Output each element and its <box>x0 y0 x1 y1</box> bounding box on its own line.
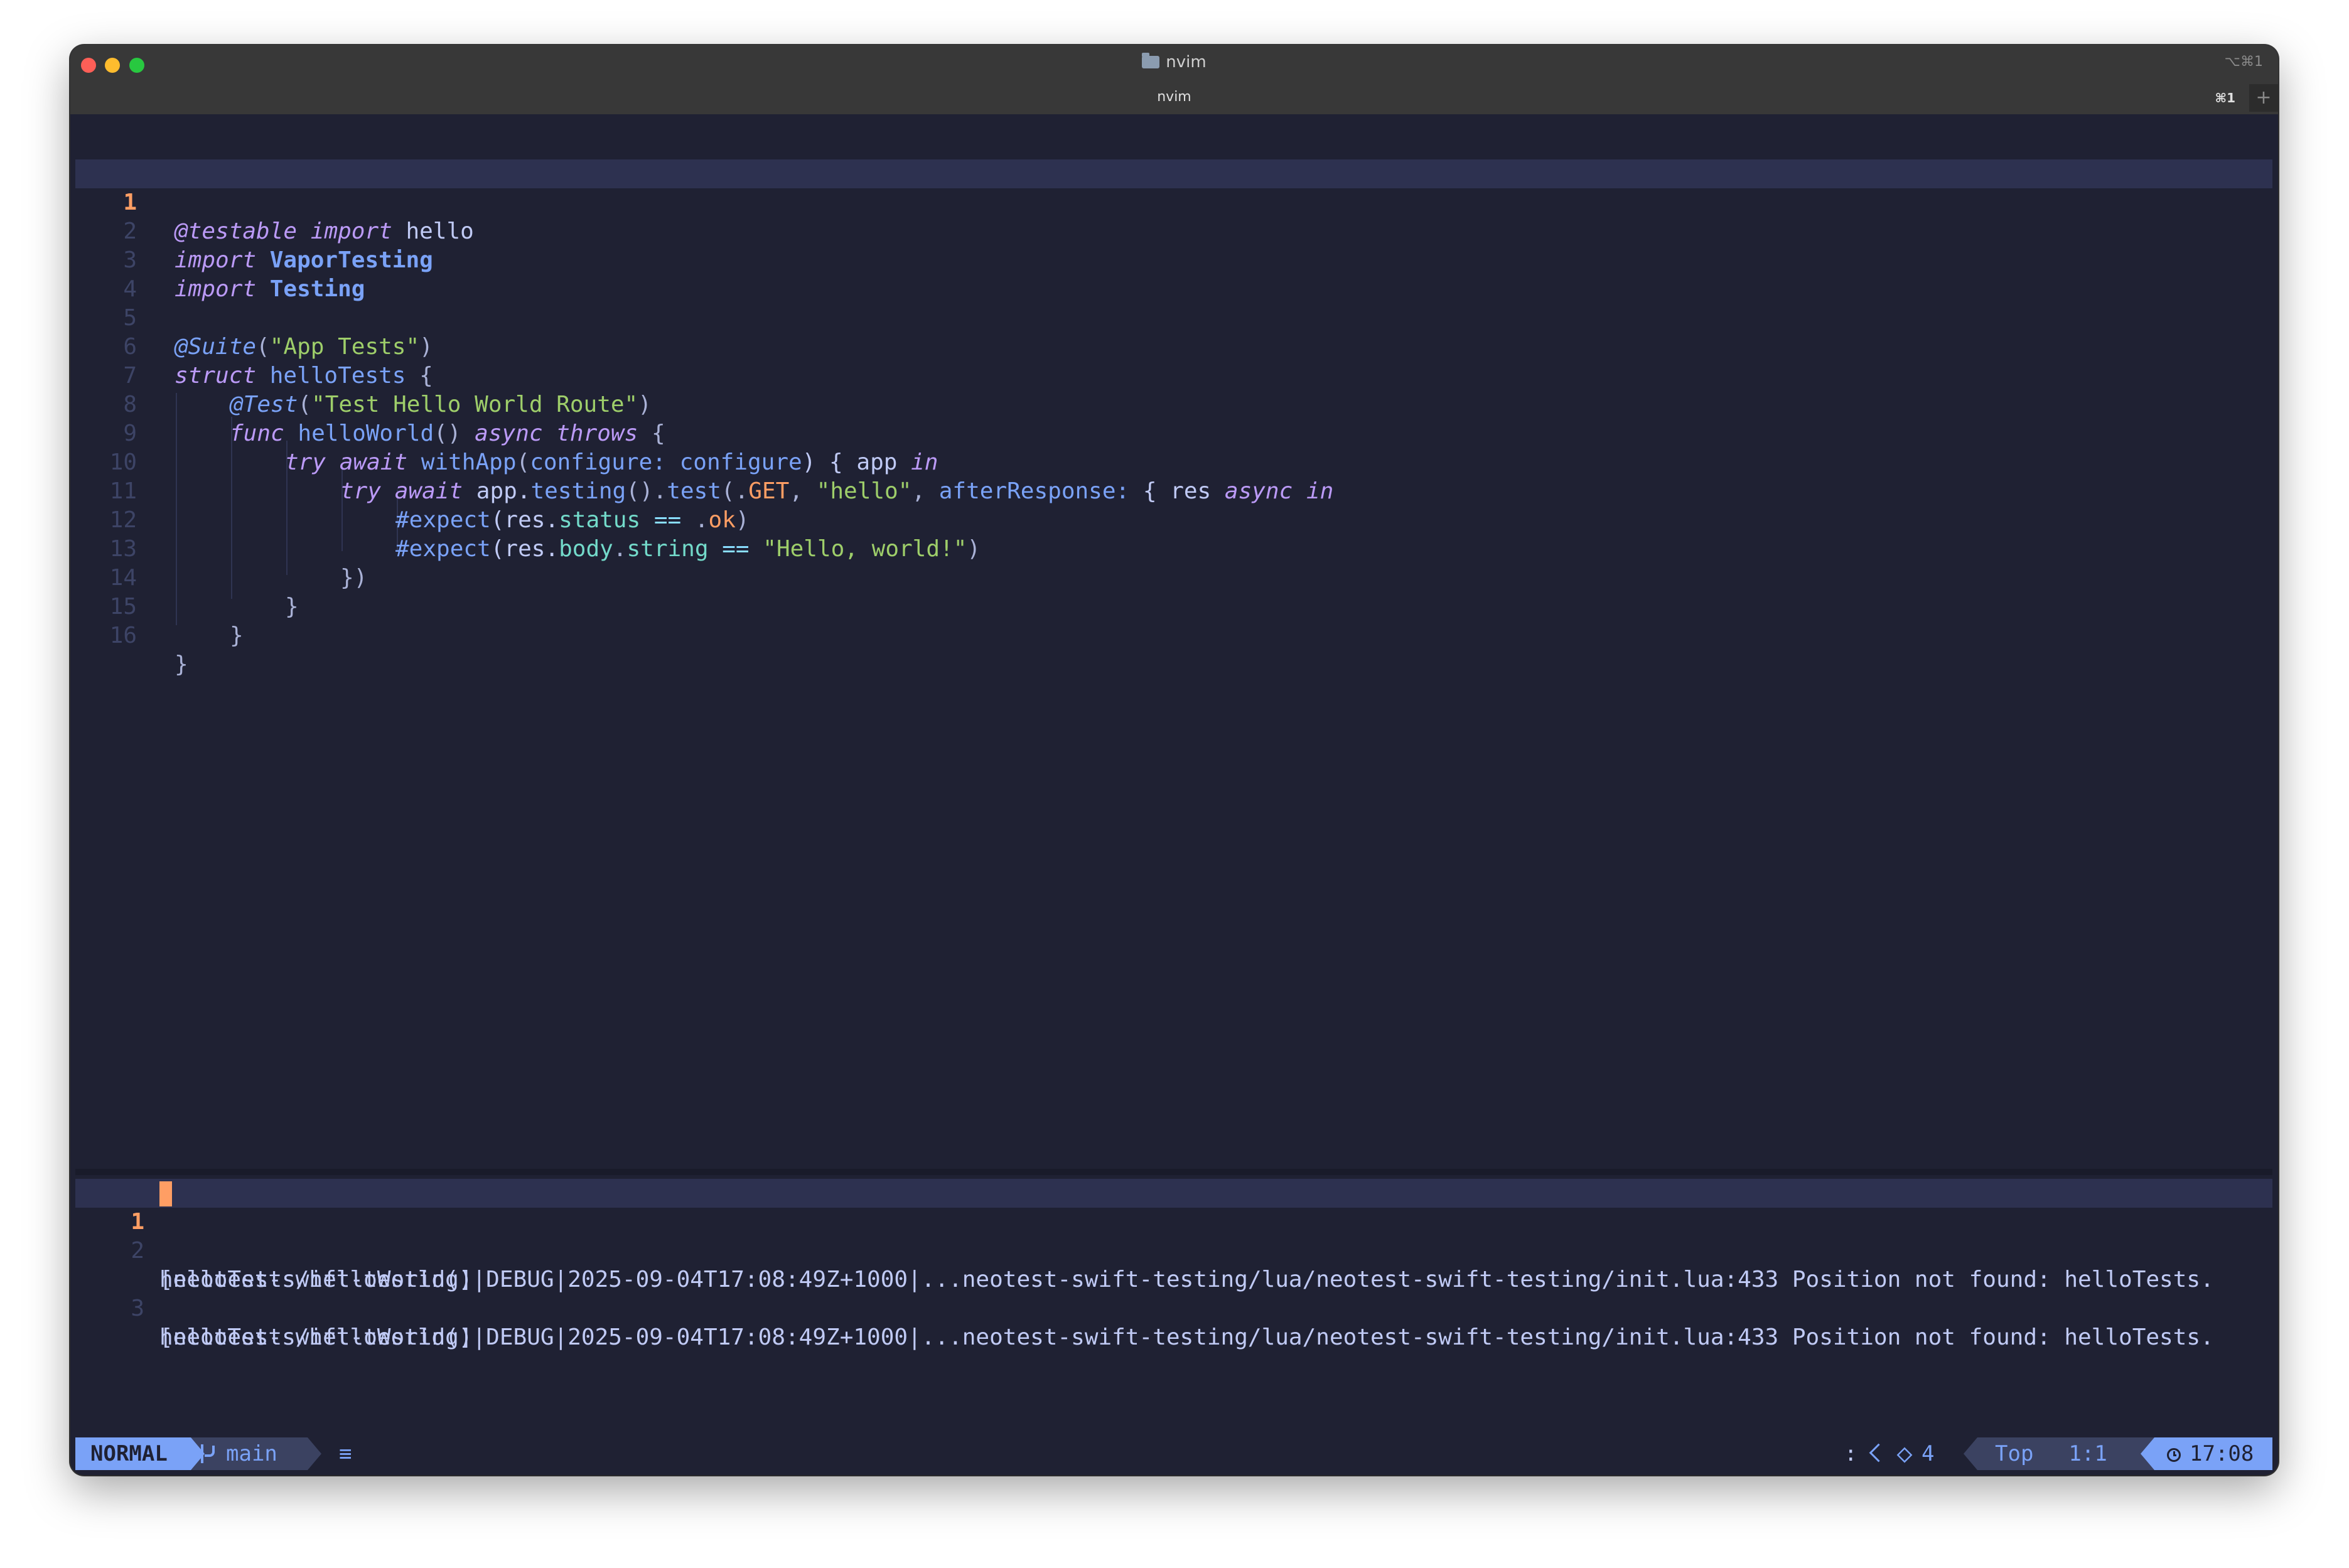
window-title-text: nvim <box>1166 53 1207 72</box>
lines-icon: ≡ <box>339 1441 352 1466</box>
code-line[interactable]: 7 @Test("Test Hello World Route") <box>75 333 2272 417</box>
editor-pane[interactable]: 1 @testable import hello 2 import VaporT… <box>75 114 2272 1213</box>
log-line-wrap[interactable]: helloTests/helloWorld() <box>75 1294 2272 1350</box>
code-line[interactable]: 13 }) <box>75 506 2272 591</box>
code-line[interactable]: 12 #expect(res.body.string == "Hello, wo… <box>75 477 2272 562</box>
log-text-wrap: helloTests/helloWorld() <box>159 1324 473 1350</box>
code-line[interactable]: 11 #expect(res.status == .ok) <box>75 448 2272 533</box>
code-line[interactable]: 10 try await app.testing().test(.GET, "h… <box>75 419 2272 504</box>
code-line[interactable]: 4 <box>75 246 2272 302</box>
split-divider[interactable] <box>75 1169 2272 1175</box>
folder-icon <box>1142 53 1160 68</box>
code-line[interactable]: 2 import VaporTesting <box>75 188 2272 273</box>
line-number: 16 <box>109 623 137 648</box>
code-line[interactable]: 1 @testable import hello <box>75 159 2272 244</box>
tab-shortcut: ⌘1 <box>2215 90 2235 105</box>
code-line[interactable]: 16 } <box>75 593 2272 677</box>
clock-icon <box>2167 1448 2181 1462</box>
code-line[interactable]: 5 @Suite("App Tests") <box>75 275 2272 360</box>
new-tab-button[interactable]: + <box>2249 84 2278 112</box>
scroll-position: Top <box>1995 1441 2034 1466</box>
code-line[interactable]: 8 func helloWorld() async throws { <box>75 362 2272 446</box>
lsp-count: 4 <box>1922 1441 1935 1466</box>
log-line[interactable]: 2 [neotest-swift-testing]|DEBUG|2025-09-… <box>75 1208 2272 1292</box>
clock-time: 17:08 <box>2190 1441 2254 1466</box>
code-line[interactable]: 15 } <box>75 564 2272 648</box>
title-bar: nvim ⌥⌘1 nvim ⌘1 + <box>70 45 2278 114</box>
tab-nvim[interactable]: nvim <box>70 89 2278 105</box>
code-line[interactable]: 6 struct helloTests { <box>75 304 2272 389</box>
log-line[interactable]: 3 [neotest-swift-testing]|DEBUG|2025-09-… <box>75 1265 2272 1350</box>
branch-name: main <box>226 1441 277 1466</box>
package-icon <box>1896 1447 1913 1463</box>
mode-indicator: NORMAL <box>75 1437 191 1470</box>
log-line[interactable]: 1 <box>75 1179 2272 1235</box>
text-cursor <box>159 1181 172 1206</box>
code-line[interactable]: 9 try await withApp(configure: configure… <box>75 390 2272 475</box>
code-token: } <box>230 623 244 648</box>
cursor-position: 1:1 <box>2068 1441 2107 1466</box>
statusline: main NORMAL ≡ : 4 Top 1:1 17:08 <box>75 1437 2272 1470</box>
window-shortcut: ⌥⌘1 <box>2224 54 2263 70</box>
separator-arrow <box>308 1437 321 1470</box>
window-title: nvim <box>70 53 2278 72</box>
log-pane[interactable]: 1 2 [neotest-swift-testing]|DEBUG|2025-0… <box>75 1179 2272 1475</box>
terminal-window: nvim ⌥⌘1 nvim ⌘1 + 1 @testable import he… <box>70 45 2278 1475</box>
log-line-wrap[interactable]: helloTests/helloWorld() <box>75 1237 2272 1292</box>
clock-segment: 17:08 <box>2154 1437 2272 1470</box>
lsp-status[interactable]: 4 <box>1869 1437 1935 1470</box>
statusline-colon: : <box>1844 1441 1857 1466</box>
separator-arrow <box>191 1437 205 1470</box>
tab-bar: nvim ⌘1 + <box>70 84 2278 112</box>
chevron-left-icon <box>1869 1443 1888 1463</box>
separator-arrow <box>1964 1437 1977 1470</box>
code-line[interactable]: 3 import Testing <box>75 217 2272 302</box>
separator-arrow <box>2141 1437 2154 1470</box>
code-token: } <box>175 652 188 677</box>
code-line[interactable]: 14 } <box>75 535 2272 620</box>
